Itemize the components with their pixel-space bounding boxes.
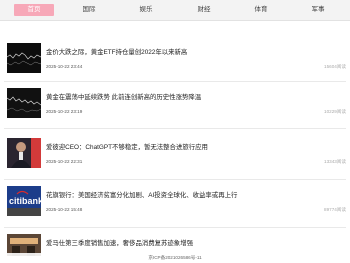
top-nav: 首页 国际 娱乐 财经 体育 军事 [0,0,350,21]
news-title[interactable]: 爱彼迎CEO：ChatGPT不够稳定，暂无法整合进旅行应用 [46,142,208,151]
news-item[interactable]: citibank 花旗银行：美国经济贫富分化加剧、AI投资全球化、收益率或再上行… [0,182,350,230]
tab-international[interactable]: 国际 [69,4,109,16]
news-views: 13343阅读 [324,159,346,164]
news-item[interactable]: 金价大跌之际，黄金ETF持仓量创2022年以来新高 2025-10-22 23:… [0,39,350,87]
news-item[interactable]: 爱马仕第三季度销售加速，奢侈品消费复苏迹象增强 [0,230,350,256]
news-views: 10229阅读 [324,109,346,114]
news-title[interactable]: 花旗银行：美国经济贫富分化加剧、AI投资全球化、收益率或再上行 [46,190,237,199]
news-item[interactable]: 黄金在震荡中延续跌势 此前连创新高的历史性涨势降温 2025-10-22 23:… [0,84,350,132]
news-views: 15604阅读 [324,64,346,69]
tab-home[interactable]: 首页 [14,4,54,16]
news-title[interactable]: 爱马仕第三季度销售加速，奢侈品消费复苏迹象增强 [46,238,193,247]
divider [4,179,346,180]
citibank-logo-text: citibank [9,196,41,206]
divider [4,227,346,228]
news-views: 89774阅读 [324,207,346,212]
news-time: 2025-10-22 23:44 [46,64,83,69]
citibank-sign-thumbnail: citibank [7,186,41,216]
icp-footer[interactable]: 京ICP备2021026586号-11 [0,253,350,263]
news-title[interactable]: 黄金在震荡中延续跌势 此前连创新高的历史性涨势降温 [46,92,201,101]
tab-entertainment[interactable]: 娱乐 [126,4,166,16]
news-title[interactable]: 金价大跌之际，黄金ETF持仓量创2022年以来新高 [46,47,187,56]
stock-chart-thumbnail [7,43,41,73]
tab-military[interactable]: 军事 [298,4,338,16]
divider [4,128,346,129]
tab-sports[interactable]: 体育 [241,4,281,16]
page: 首页 国际 娱乐 财经 体育 军事 金价大跌之际，黄金ETF持仓量创2022年以… [0,0,350,263]
divider [4,81,346,82]
news-time: 2025-10-22 23:19 [46,109,83,114]
tab-finance[interactable]: 财经 [184,4,224,16]
speaker-photo-thumbnail [7,138,41,168]
news-item[interactable]: 爱彼迎CEO：ChatGPT不够稳定，暂无法整合进旅行应用 2025-10-22… [0,134,350,182]
stock-chart-thumbnail [7,88,41,118]
news-time: 2025-10-22 22:31 [46,159,83,164]
news-time: 2025-10-22 15:48 [46,207,83,212]
